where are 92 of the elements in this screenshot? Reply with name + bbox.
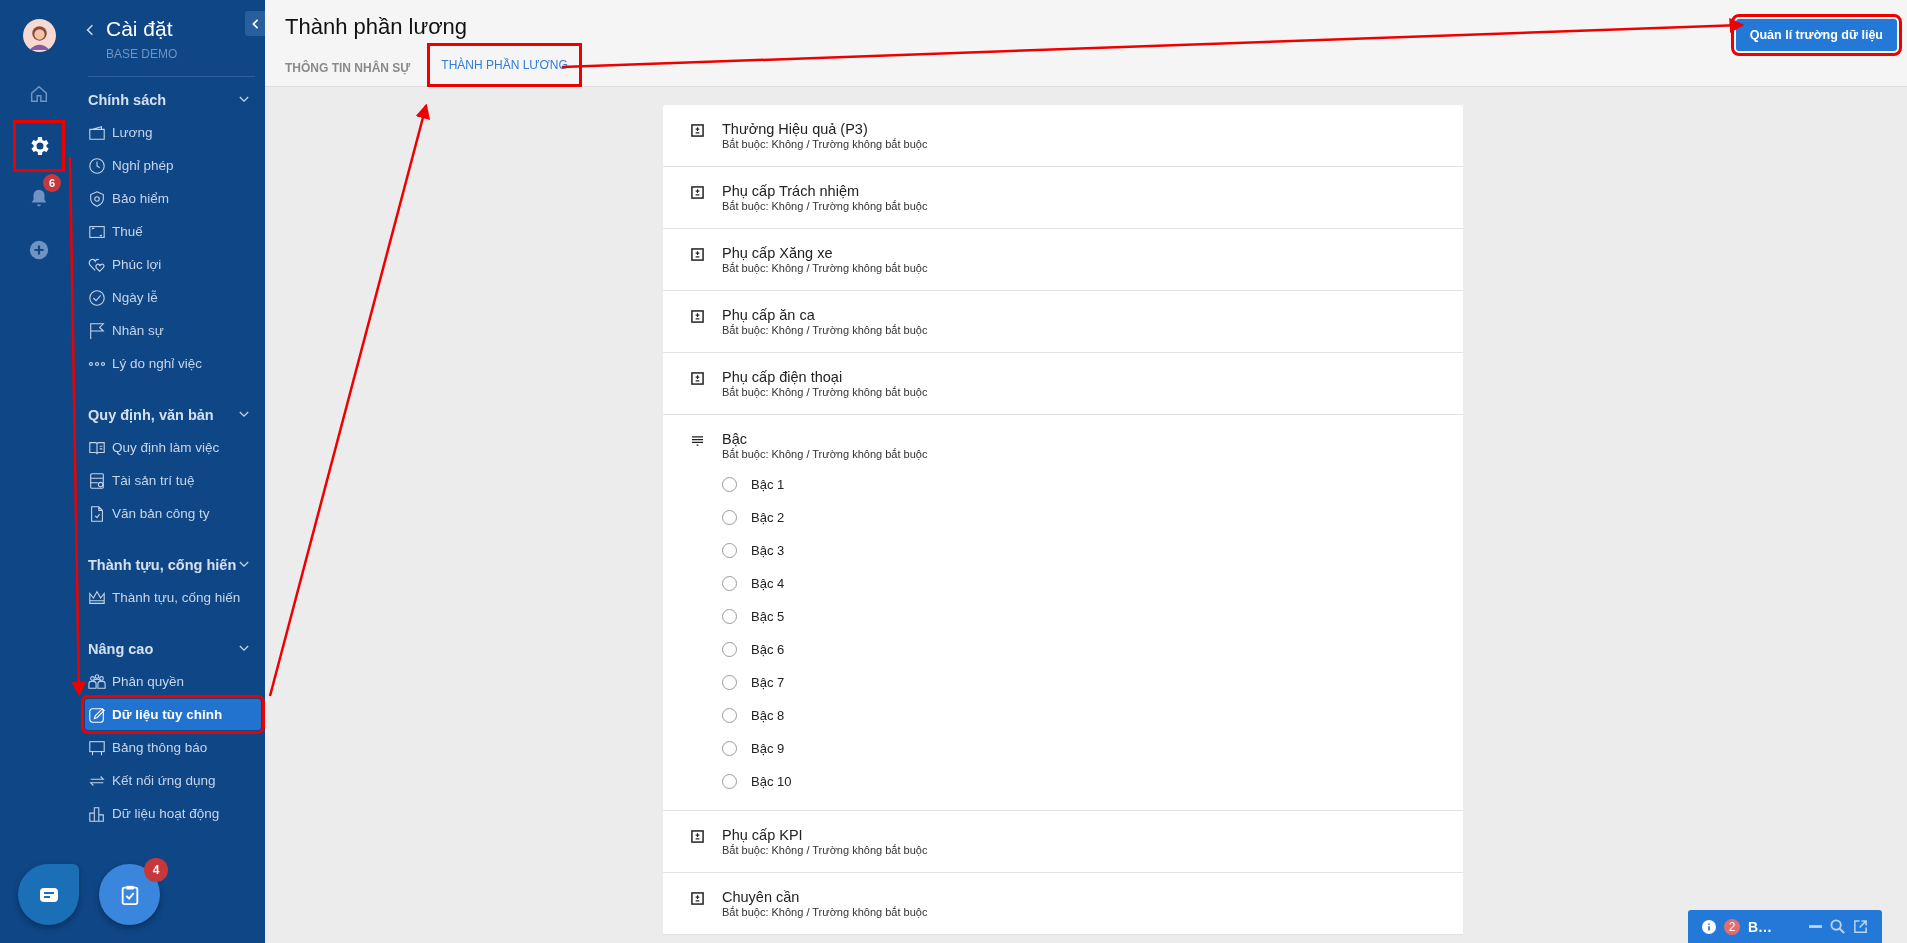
field-name: Phụ cấp Xăng xe bbox=[722, 245, 834, 261]
field-name: Phụ cấp ăn ca bbox=[722, 307, 816, 323]
avatar[interactable] bbox=[22, 19, 56, 52]
field-name: Chuyên cần bbox=[722, 889, 801, 905]
bars-icon bbox=[88, 804, 106, 823]
notification-badge: 6 bbox=[43, 174, 61, 192]
number-field-icon bbox=[691, 186, 704, 199]
sidebar-item[interactable]: Kết nối ứng dụng bbox=[78, 764, 259, 797]
field-requirement: Bắt buộc: Không / Trường không bắt buộc bbox=[722, 448, 928, 460]
edit-icon bbox=[88, 705, 106, 724]
section-header[interactable]: Nâng cao bbox=[88, 632, 257, 665]
document-icon bbox=[88, 504, 106, 523]
field-name: Phụ cấp điện thoại bbox=[722, 369, 844, 385]
board-icon bbox=[88, 738, 106, 757]
external-link-icon[interactable] bbox=[1853, 919, 1868, 934]
company-name: BASE DEMO bbox=[106, 47, 178, 61]
option-label: Bậc 4 bbox=[751, 576, 785, 591]
section-header[interactable]: Chính sách bbox=[88, 83, 257, 116]
option-label: Bậc 1 bbox=[751, 477, 785, 492]
sidebar-item[interactable]: Nghỉ phép bbox=[78, 149, 259, 182]
option-label: Bậc 10 bbox=[751, 774, 792, 789]
sidebar-item[interactable]: Ngày lễ bbox=[78, 281, 259, 314]
field-requirement: Bắt buộc: Không / Trường không bắt buộc bbox=[722, 324, 928, 336]
field-requirement: Bắt buộc: Không / Trường không bắt buộc bbox=[722, 200, 928, 212]
collapse-button[interactable] bbox=[245, 11, 265, 36]
list-field-icon bbox=[691, 434, 704, 447]
sidebar-title: Cài đặt bbox=[106, 17, 173, 41]
check-icon bbox=[88, 288, 106, 307]
option-label: Bậc 7 bbox=[751, 675, 785, 690]
field-requirement: Bắt buộc: Không / Trường không bắt buộc bbox=[722, 138, 928, 150]
option-label: Bậc 9 bbox=[751, 741, 785, 756]
notification-badge: 2 bbox=[1724, 918, 1740, 935]
option-label: Bậc 8 bbox=[751, 708, 785, 723]
tab[interactable]: THÀNH PHẦN LƯƠNG bbox=[430, 46, 579, 84]
back-icon[interactable] bbox=[86, 24, 94, 36]
asset-icon bbox=[88, 471, 106, 490]
search-icon[interactable] bbox=[1830, 919, 1845, 934]
chevron-left-icon bbox=[251, 18, 259, 29]
sidebar-item[interactable]: Văn bản công ty bbox=[78, 497, 259, 530]
field-requirement: Bắt buộc: Không / Trường không bắt buộc bbox=[722, 844, 928, 856]
dots-icon bbox=[88, 360, 106, 367]
chevron-down-icon bbox=[239, 96, 249, 103]
crown-icon bbox=[88, 588, 106, 607]
add-icon bbox=[28, 239, 50, 261]
field-requirement: Bắt buộc: Không / Trường không bắt buộc bbox=[722, 386, 928, 398]
number-field-icon bbox=[691, 892, 704, 905]
clock-icon bbox=[88, 156, 106, 175]
field-name: Bậc bbox=[722, 431, 748, 447]
number-field-icon bbox=[691, 310, 704, 323]
page-title: Thành phần lương bbox=[285, 14, 469, 40]
number-field-icon bbox=[691, 372, 704, 385]
section-header[interactable]: Quy định, văn bản bbox=[88, 398, 257, 431]
option-label: Bậc 2 bbox=[751, 510, 785, 525]
section-header[interactable]: Thành tựu, cống hiến bbox=[88, 548, 257, 581]
field-requirement: Bắt buộc: Không / Trường không bắt buộc bbox=[722, 906, 928, 918]
sidebar-item[interactable]: Lý do nghỉ việc bbox=[78, 347, 259, 380]
home-icon bbox=[28, 83, 50, 105]
option-label: Bậc 6 bbox=[751, 642, 785, 657]
sidebar-item[interactable]: Phúc lợi bbox=[78, 248, 259, 281]
wallet-icon bbox=[88, 123, 106, 142]
field-name: Phụ cấp Trách nhiệm bbox=[722, 183, 861, 199]
field-name: Phụ cấp KPI bbox=[722, 827, 804, 843]
info-icon bbox=[1702, 919, 1716, 934]
sidebar-item[interactable]: Bảo hiểm bbox=[78, 182, 259, 215]
notification-badge: 4 bbox=[144, 858, 168, 882]
number-field-icon bbox=[691, 830, 704, 843]
flag-icon bbox=[88, 321, 106, 340]
people-icon bbox=[88, 672, 106, 691]
field-name: Thưởng Hiệu quả (P3) bbox=[722, 121, 869, 137]
sidebar-item[interactable]: Dữ liệu hoạt động bbox=[78, 797, 259, 830]
sidebar-item[interactable]: Thành tựu, cống hiến bbox=[78, 581, 259, 614]
chat-widget[interactable]: 2 B… bbox=[1688, 910, 1882, 943]
chevron-down-icon bbox=[239, 561, 249, 568]
option-label: Bậc 5 bbox=[751, 609, 785, 624]
number-field-icon bbox=[691, 124, 704, 137]
sidebar-item[interactable]: Phân quyền bbox=[78, 665, 259, 698]
chevron-down-icon bbox=[239, 645, 249, 652]
sidebar-item[interactable]: Bảng thông báo bbox=[78, 731, 259, 764]
sidebar-item[interactable]: Tài sản trí tuệ bbox=[78, 464, 259, 497]
sidebar-item[interactable]: Quy định làm việc bbox=[78, 431, 259, 464]
field-requirement: Bắt buộc: Không / Trường không bắt buộc bbox=[722, 262, 928, 274]
sidebar-item[interactable]: Thuế bbox=[78, 215, 259, 248]
notifications-button[interactable]: 6 bbox=[17, 176, 61, 220]
chat-title: B… bbox=[1748, 918, 1773, 935]
shield-icon bbox=[88, 189, 106, 208]
chevron-down-icon bbox=[239, 411, 249, 418]
tasks-button[interactable] bbox=[99, 864, 160, 925]
option-label: Bậc 3 bbox=[751, 543, 785, 558]
number-field-icon bbox=[691, 248, 704, 261]
minimize-icon[interactable] bbox=[1809, 924, 1822, 929]
sidebar-item[interactable]: Lương bbox=[78, 116, 259, 149]
sidebar-item[interactable]: Nhân sự bbox=[78, 314, 259, 347]
